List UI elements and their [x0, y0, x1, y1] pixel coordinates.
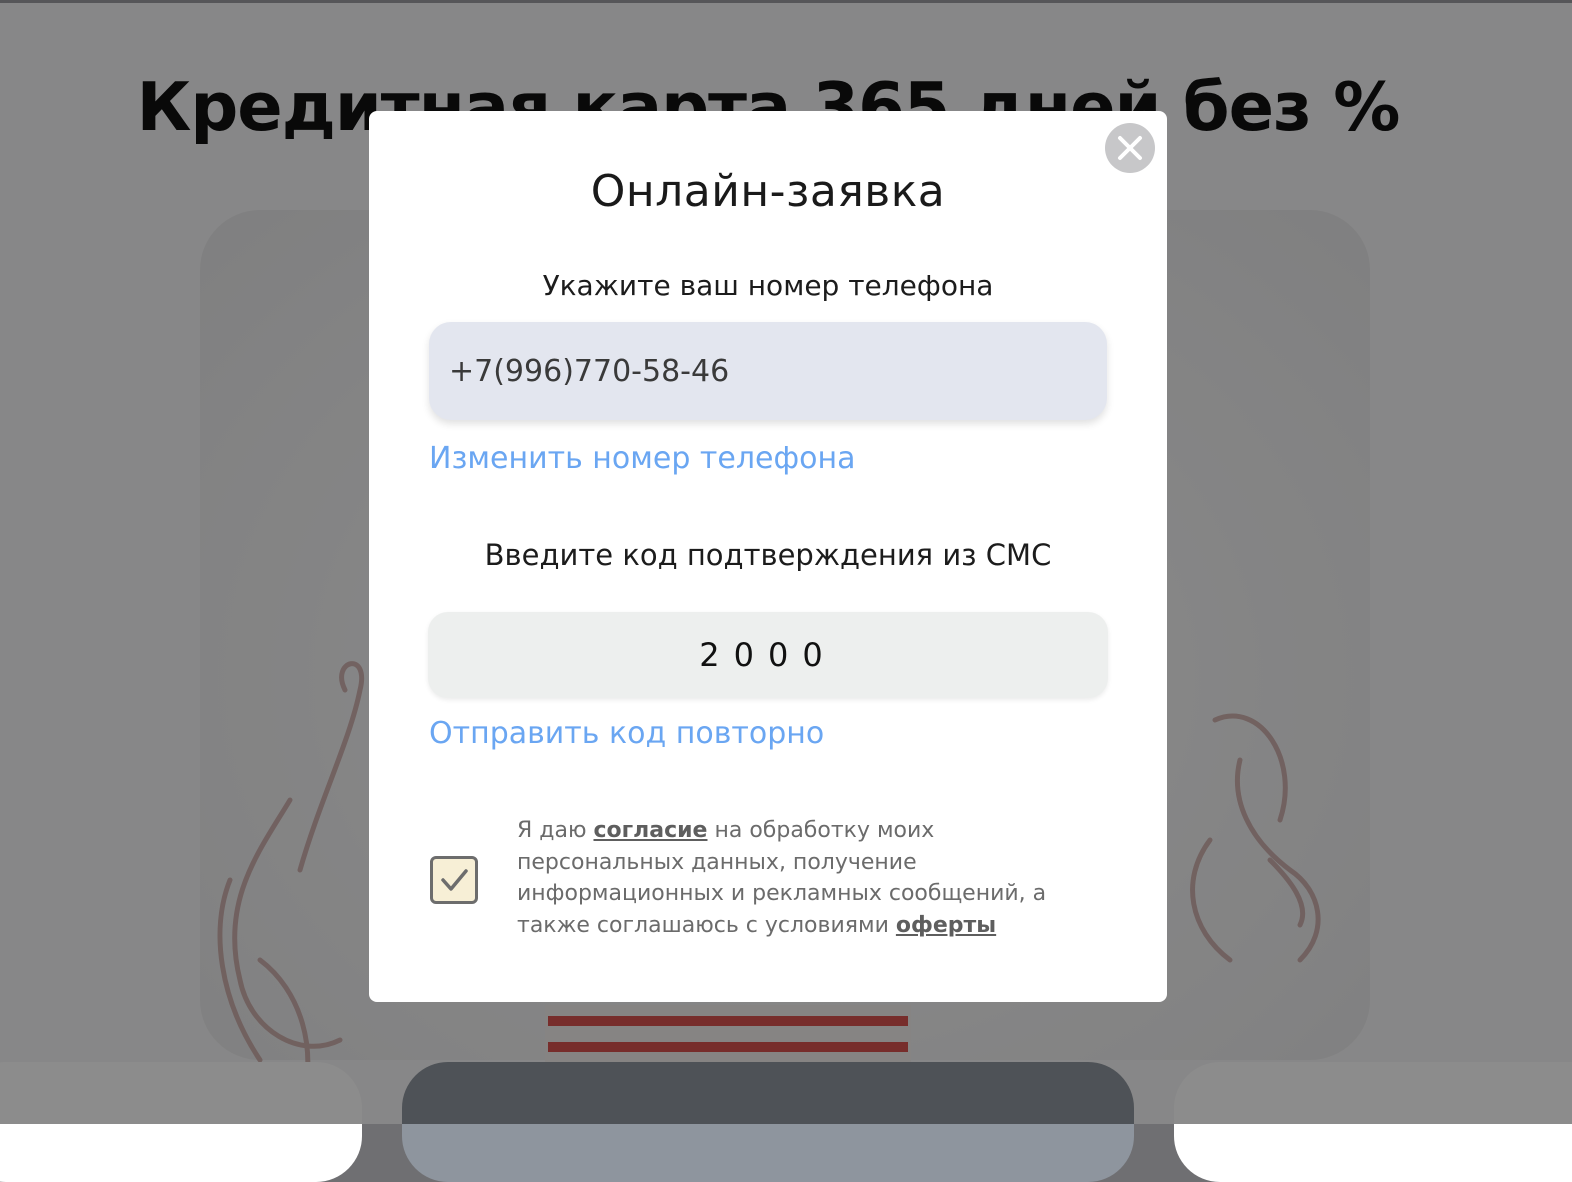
online-application-modal: Онлайн-заявка Укажите ваш номер телефона…: [369, 111, 1167, 1002]
consent-text-part-1: Я даю: [517, 818, 594, 843]
modal-title: Онлайн-заявка: [590, 166, 946, 217]
consent-text: Я даю согласие на обработку моих персона…: [517, 815, 1077, 941]
phone-field[interactable]: +7(996)770-58-46: [429, 322, 1107, 420]
sms-code-label: Введите код подтверждения из СМС: [484, 538, 1052, 572]
checkmark-icon: [441, 869, 468, 891]
offer-link[interactable]: оферты: [896, 913, 996, 938]
consent-link[interactable]: согласие: [593, 818, 707, 843]
phone-label: Укажите ваш номер телефона: [542, 269, 994, 302]
sms-code-field[interactable]: 2000: [428, 612, 1108, 698]
sms-code-value: 2000: [699, 636, 837, 674]
phone-field-value: +7(996)770-58-46: [449, 353, 730, 389]
consent-checkbox[interactable]: [430, 856, 478, 904]
resend-code-link[interactable]: Отправить код повторно: [429, 716, 824, 751]
change-phone-link[interactable]: Изменить номер телефона: [429, 441, 856, 476]
